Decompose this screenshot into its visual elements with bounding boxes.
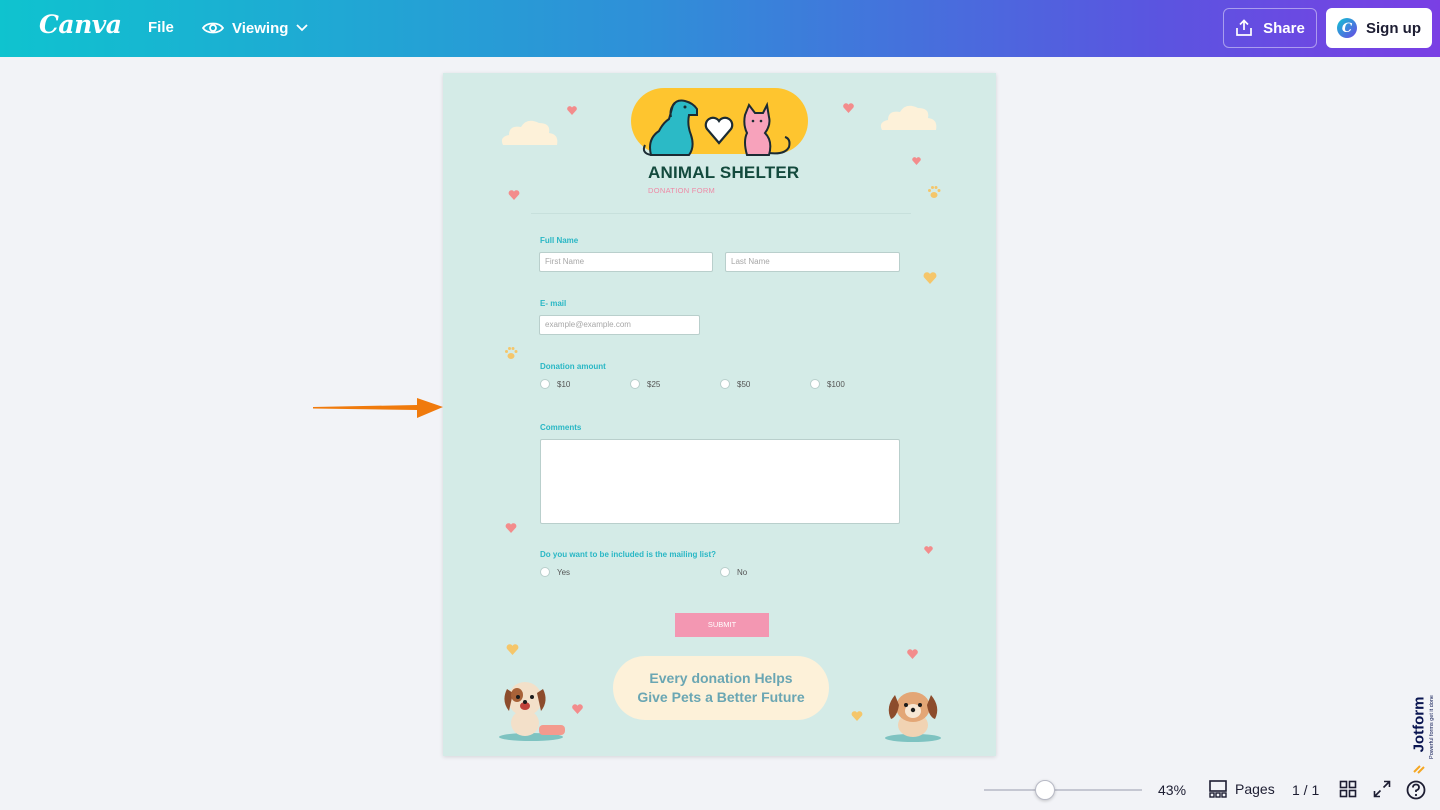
heart-icon — [923, 272, 937, 284]
heart-icon — [924, 546, 933, 554]
paw-icon — [928, 186, 941, 198]
canva-logo[interactable]: Canva — [39, 10, 122, 39]
puppy-left-icon — [499, 682, 565, 741]
heart-icon — [907, 649, 918, 659]
full-name-label: Full Name — [540, 236, 579, 245]
file-menu-button[interactable]: File — [140, 14, 182, 42]
heart-icon — [572, 704, 583, 714]
jotform-brand: Jotform — [1410, 696, 1428, 753]
canva-badge-icon: C — [1337, 18, 1357, 38]
form-title: ANIMAL SHELTER — [648, 163, 800, 182]
bubble-line-1: Every donation Helps — [649, 670, 793, 686]
heart-icon — [843, 103, 854, 113]
paw-icon — [505, 347, 518, 359]
radio-button[interactable] — [810, 379, 820, 389]
first-name-input[interactable]: First Name — [539, 252, 713, 272]
heart-icon — [508, 190, 520, 200]
donation-option-50[interactable]: $50 — [720, 379, 750, 389]
jotform-watermark: Jotform Powerful forms get it done — [1410, 690, 1440, 774]
email-input[interactable]: example@example.com — [539, 315, 700, 335]
donation-option-100[interactable]: $100 — [810, 379, 845, 389]
heart-icon — [912, 157, 921, 165]
pages-label: Pages — [1235, 781, 1275, 797]
jotform-tagline: Powerful forms get it done — [1429, 695, 1435, 759]
donation-option-label: $50 — [737, 379, 751, 389]
share-upload-icon — [1236, 19, 1252, 36]
bubble-line-2: Give Pets a Better Future — [637, 689, 805, 705]
design-page[interactable]: ANIMAL SHELTER DONATION FORM Full Name F… — [443, 73, 996, 756]
sign-up-label: Sign up — [1366, 19, 1421, 37]
puppy-right-icon — [885, 692, 941, 742]
donation-option-label: $100 — [827, 379, 845, 389]
cloud-left-icon — [501, 120, 558, 145]
fullscreen-icon[interactable] — [1373, 780, 1391, 798]
top-bar: Canva File Viewing Share C Sign up — [0, 0, 1440, 57]
arrow-pointer-icon — [313, 398, 443, 418]
radio-button[interactable] — [540, 567, 550, 577]
comments-textarea[interactable] — [540, 439, 900, 524]
radio-button[interactable] — [630, 379, 640, 389]
heart-icon — [567, 106, 577, 115]
zoom-percentage[interactable]: 43% — [1158, 782, 1186, 798]
mailing-option-label: Yes — [557, 567, 571, 577]
pages-icon — [1209, 780, 1227, 798]
radio-button[interactable] — [540, 379, 550, 389]
pages-button[interactable]: Pages — [1209, 780, 1275, 798]
donation-option-10[interactable]: $10 — [540, 379, 570, 389]
radio-button[interactable] — [720, 379, 730, 389]
heart-icon — [506, 644, 519, 655]
cloud-right-icon — [880, 105, 937, 130]
grid-view-icon[interactable] — [1339, 780, 1357, 798]
share-label: Share — [1263, 19, 1305, 37]
zoom-slider-handle[interactable] — [1035, 780, 1055, 800]
viewing-mode-button[interactable]: Viewing — [196, 14, 314, 42]
donation-amount-label: Donation amount — [540, 362, 606, 371]
mailing-option-no[interactable]: No — [720, 567, 747, 577]
heart-icon — [851, 711, 863, 721]
message-bubble — [613, 656, 829, 720]
radio-button[interactable] — [720, 567, 730, 577]
form-subtitle: DONATION FORM — [648, 186, 716, 195]
mailing-option-yes[interactable]: Yes — [540, 567, 570, 577]
donation-option-25[interactable]: $25 — [630, 379, 660, 389]
donation-option-label: $10 — [557, 379, 571, 389]
comments-label: Comments — [540, 423, 582, 432]
donation-option-label: $25 — [647, 379, 661, 389]
chevron-down-icon — [296, 24, 309, 32]
help-icon[interactable] — [1406, 780, 1426, 800]
header-divider — [531, 213, 911, 214]
email-label: E- mail — [540, 299, 567, 308]
eye-icon — [202, 22, 224, 34]
dog-cat-heart-icon — [642, 99, 791, 156]
sign-up-button[interactable]: C Sign up — [1326, 8, 1432, 48]
mailing-option-label: No — [737, 567, 748, 577]
share-button[interactable]: Share — [1223, 8, 1317, 48]
mailing-list-label: Do you want to be included is the mailin… — [540, 550, 717, 559]
jotform-logo-icon — [1413, 765, 1425, 774]
submit-button[interactable]: SUBMIT — [675, 613, 769, 637]
last-name-input[interactable]: Last Name — [725, 252, 900, 272]
page-count: 1 / 1 — [1292, 782, 1320, 798]
heart-icon — [505, 523, 517, 533]
viewing-label: Viewing — [232, 19, 289, 37]
zoom-slider-track[interactable] — [984, 789, 1142, 791]
